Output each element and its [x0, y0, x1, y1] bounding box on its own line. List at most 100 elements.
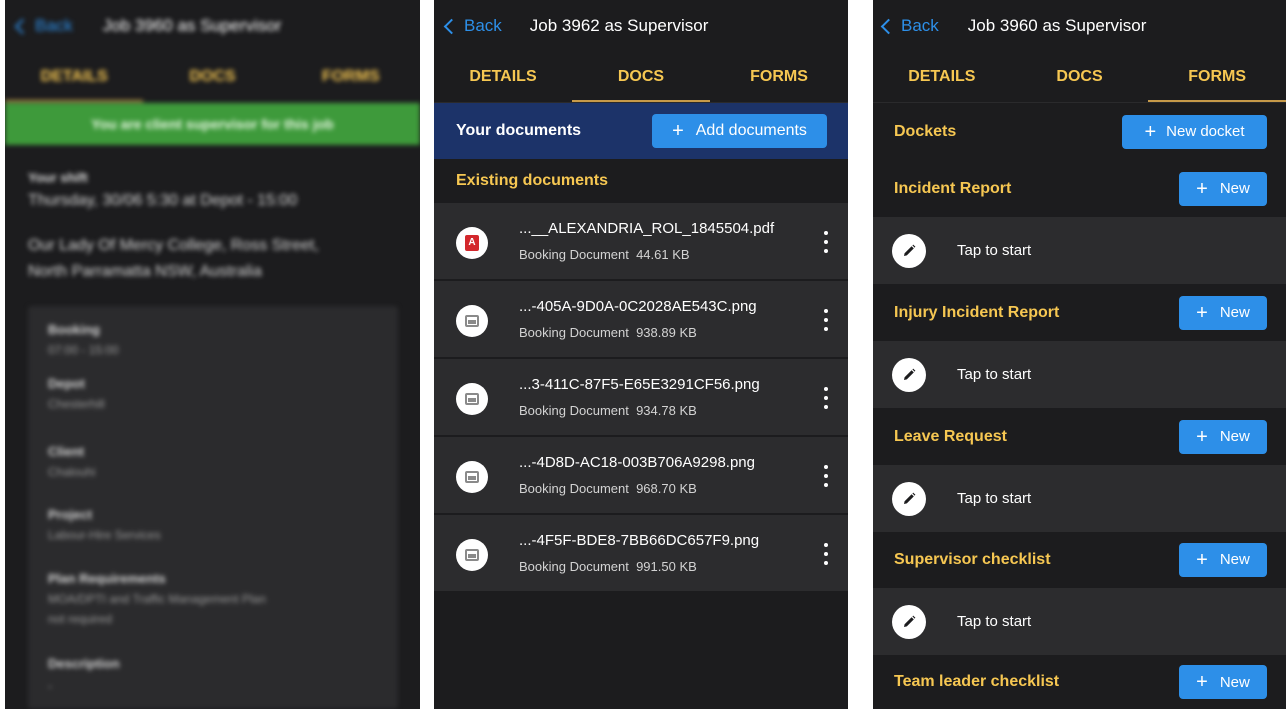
document-name: ...3-411C-87F5-E65E3291CF56.png	[519, 376, 760, 393]
document-size: 968.70 KB	[636, 481, 697, 496]
pencil-icon	[892, 357, 926, 392]
new-form-button[interactable]: + New	[1179, 295, 1267, 330]
new-docket-button[interactable]: + New docket	[1122, 114, 1267, 149]
booking-label: Booking	[48, 322, 100, 337]
more-options-icon[interactable]	[823, 543, 829, 565]
plus-icon: +	[1196, 301, 1208, 324]
tap-to-start-row[interactable]: Tap to start	[873, 588, 1286, 655]
tap-to-start-label: Tap to start	[957, 242, 1032, 259]
tab-forms[interactable]: FORMS	[282, 52, 420, 102]
document-type: Booking Document	[519, 559, 629, 574]
document-meta: Booking Document 44.61 KB	[519, 247, 690, 262]
shift-value: Thursday, 30/06 5:30 at Depot - 15:00	[28, 192, 298, 209]
tab-docs[interactable]: DOCS	[572, 52, 710, 102]
tab-docs[interactable]: DOCS	[1011, 52, 1149, 102]
page-title: Job 3960 as Supervisor	[967, 16, 1147, 35]
back-label: Back	[901, 16, 939, 35]
more-options-icon[interactable]	[823, 465, 829, 487]
tap-to-start-row[interactable]: Tap to start	[873, 217, 1286, 284]
document-row[interactable]: ...-405A-9D0A-0C2028AE543C.png Booking D…	[434, 281, 848, 358]
new-form-button[interactable]: + New	[1179, 665, 1267, 699]
pencil-icon	[892, 233, 926, 268]
plus-icon: +	[1144, 120, 1157, 143]
document-meta: Booking Document 968.70 KB	[519, 481, 697, 496]
description-value: -	[48, 679, 52, 693]
form-header-injury-incident-report: Injury Incident Report + New	[873, 284, 1286, 341]
new-docket-label: New docket	[1166, 123, 1245, 140]
tap-to-start-row[interactable]: Tap to start	[873, 341, 1286, 408]
form-header-leave-request: Leave Request + New	[873, 408, 1286, 465]
new-form-button[interactable]: + New	[1179, 419, 1267, 454]
tab-forms[interactable]: FORMS	[1148, 52, 1286, 102]
your-documents-header: Your documents + Add documents	[434, 103, 848, 159]
back-label: Back	[464, 16, 502, 35]
form-title: Injury Incident Report	[894, 303, 1060, 321]
address-line-2: North Parramatta NSW, Australia	[28, 263, 262, 280]
pencil-icon	[892, 481, 926, 516]
back-button[interactable]: Back	[880, 16, 939, 36]
tab-details[interactable]: DETAILS	[434, 52, 572, 102]
more-options-icon[interactable]	[823, 231, 829, 253]
plus-icon: +	[1196, 177, 1208, 200]
more-options-icon[interactable]	[823, 387, 829, 409]
tap-to-start-row[interactable]: Tap to start	[873, 465, 1286, 532]
pencil-icon	[892, 604, 926, 639]
new-label: New	[1219, 180, 1250, 197]
document-row[interactable]: ...-4D8D-AC18-003B706A9298.png Booking D…	[434, 437, 848, 514]
tab-docs[interactable]: DOCS	[143, 52, 281, 102]
project-value: Labour-Hire Services	[48, 528, 161, 542]
tab-forms[interactable]: FORMS	[710, 52, 848, 102]
document-type: Booking Document	[519, 325, 629, 340]
document-size: 938.89 KB	[636, 325, 697, 340]
add-documents-label: Add documents	[695, 122, 807, 139]
form-title: Supervisor checklist	[894, 550, 1051, 568]
image-icon	[456, 305, 488, 337]
plan-requirements-label: Plan Requirements	[48, 571, 166, 586]
new-form-button[interactable]: + New	[1179, 171, 1267, 206]
chevron-left-icon	[14, 18, 31, 34]
tab-details[interactable]: DETAILS	[5, 52, 144, 102]
tap-to-start-label: Tap to start	[957, 490, 1032, 507]
chevron-left-icon	[880, 18, 897, 34]
form-header-team-leader-checklist: Team leader checklist + New	[873, 655, 1286, 709]
plus-icon: +	[1196, 425, 1208, 448]
back-button[interactable]: Back	[14, 16, 73, 36]
new-label: New	[1219, 551, 1250, 568]
document-row[interactable]: A ...__ALEXANDRIA_ROL_1845504.pdf Bookin…	[434, 203, 848, 280]
form-title: Team leader checklist	[894, 673, 1060, 690]
image-icon	[456, 383, 488, 415]
more-options-icon[interactable]	[823, 309, 829, 331]
new-label: New	[1219, 428, 1250, 445]
client-value: Chalouhi	[48, 465, 96, 479]
project-label: Project	[48, 507, 93, 522]
document-meta: Booking Document 991.50 KB	[519, 559, 697, 574]
plan-requirements-value: MOA/DPTI and Traffic Management Plan	[48, 592, 266, 606]
depot-value: Chesterhill	[48, 397, 105, 411]
new-form-button[interactable]: + New	[1179, 542, 1267, 577]
tap-to-start-label: Tap to start	[957, 366, 1032, 383]
add-documents-button[interactable]: + Add documents	[652, 114, 827, 148]
docs-screen: Back Job 3962 as Supervisor DETAILS DOCS…	[434, 0, 848, 709]
back-button[interactable]: Back	[443, 16, 502, 36]
image-icon	[456, 539, 488, 571]
document-size: 44.61 KB	[636, 247, 690, 262]
document-type: Booking Document	[519, 403, 629, 418]
form-title: Incident Report	[894, 179, 1012, 197]
chevron-left-icon	[443, 18, 460, 34]
document-row[interactable]: ...-4F5F-BDE8-7BB66DC657F9.png Booking D…	[434, 515, 848, 592]
form-title: Leave Request	[894, 427, 1007, 445]
description-label: Description	[48, 656, 120, 671]
plus-icon: +	[672, 120, 684, 142]
document-type: Booking Document	[519, 481, 629, 496]
form-header-incident-report: Incident Report + New	[873, 160, 1286, 217]
document-meta: Booking Document 934.78 KB	[519, 403, 697, 418]
address-line-1: Our Lady Of Mercy College, Ross Street,	[28, 237, 319, 254]
document-meta: Booking Document 938.89 KB	[519, 325, 697, 340]
tab-details[interactable]: DETAILS	[873, 52, 1011, 102]
document-row[interactable]: ...3-411C-87F5-E65E3291CF56.png Booking …	[434, 359, 848, 436]
form-header-supervisor-checklist: Supervisor checklist + New	[873, 531, 1286, 588]
document-name: ...-4F5F-BDE8-7BB66DC657F9.png	[519, 532, 760, 549]
pdf-icon: A	[456, 227, 488, 259]
your-documents-label: Your documents	[456, 122, 582, 139]
document-size: 934.78 KB	[636, 403, 697, 418]
